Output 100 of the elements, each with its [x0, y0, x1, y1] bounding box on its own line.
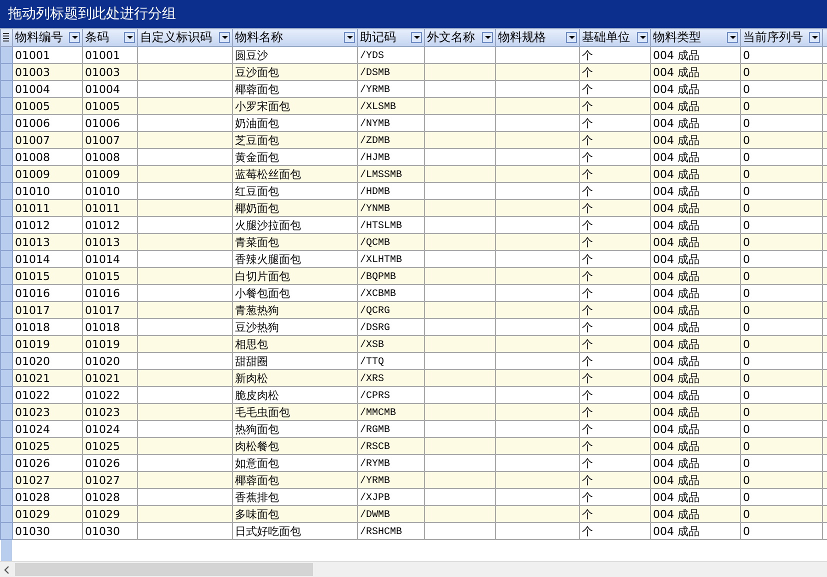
table-cell: 0: [743, 66, 750, 78]
table-cell: 01022: [15, 388, 50, 402]
filter-dropdown-button[interactable]: [637, 32, 648, 43]
table-cell: 01003: [15, 66, 50, 78]
table-cell: 椰奶面包: [235, 202, 279, 214]
filter-dropdown-button[interactable]: [124, 32, 135, 43]
table-cell: /QCMB: [360, 238, 390, 249]
table-cell: 日式好吃面包: [235, 524, 301, 538]
table-cell: 01014: [85, 252, 120, 266]
table-cell: 个: [582, 286, 593, 300]
table-cell: 004 成品: [653, 456, 700, 470]
table-cell: 0: [743, 82, 750, 96]
table-cell: 个: [582, 474, 593, 486]
table-cell: 个: [582, 372, 593, 384]
table-cell: 01015: [15, 270, 50, 282]
table-cell: 004 成品: [653, 48, 700, 62]
table-cell: 个: [582, 490, 593, 504]
table-cell: 01029: [15, 508, 50, 520]
table-cell: 01027: [15, 474, 50, 486]
table-cell: 004 成品: [653, 100, 700, 112]
table-cell: 香蕉排包: [235, 490, 279, 504]
table-cell: 0: [743, 184, 750, 198]
table-cell: 0: [743, 320, 750, 334]
table-cell: 个: [582, 252, 593, 266]
table-cell: 个: [582, 236, 593, 248]
table-cell: 0: [743, 524, 750, 538]
table-cell: /XLSMB: [360, 102, 396, 113]
table-cell: 004 成品: [653, 338, 700, 350]
table-cell: 004 成品: [653, 354, 700, 368]
table-cell: 个: [582, 134, 593, 146]
table-cell: 小罗宋面包: [235, 100, 290, 112]
table-cell: /HTSLMB: [360, 221, 402, 232]
table-cell: 01011: [85, 202, 120, 214]
table-cell: 01010: [85, 184, 120, 198]
table-cell: 个: [582, 304, 593, 316]
table-cell: 01001: [85, 48, 120, 62]
table-cell: /QCRG: [360, 306, 390, 317]
table-cell: /HJMB: [360, 153, 390, 164]
table-cell: 0: [743, 252, 750, 266]
column-chooser-icon[interactable]: [3, 33, 9, 42]
filter-dropdown-button[interactable]: [344, 32, 355, 43]
table-cell: 毛毛虫面包: [235, 406, 290, 418]
table-cell: 椰蓉面包: [235, 82, 279, 96]
filter-dropdown-button[interactable]: [482, 32, 493, 43]
table-cell: 0: [743, 202, 750, 214]
table-cell: 0: [743, 116, 750, 130]
table-cell: /TTQ: [360, 357, 384, 368]
table-cell: 0: [743, 338, 750, 350]
table-cell: 0: [743, 236, 750, 248]
table-cell: 个: [582, 508, 593, 520]
table-cell: 01016: [15, 286, 50, 300]
table-cell: 004 成品: [653, 184, 700, 198]
scroll-left-icon[interactable]: [4, 566, 9, 574]
table-cell: 01021: [85, 372, 120, 384]
filter-dropdown-button[interactable]: [69, 32, 80, 43]
table-cell: 0: [743, 134, 750, 146]
filter-dropdown-button[interactable]: [411, 32, 422, 43]
table-cell: 004 成品: [653, 286, 700, 300]
table-cell: 0: [743, 168, 750, 180]
table-cell: /RYMB: [360, 459, 390, 470]
table-cell: 个: [582, 150, 593, 164]
table-cell: 01004: [85, 82, 120, 96]
horizontal-scrollbar[interactable]: [0, 561, 827, 577]
table-cell: 01028: [85, 490, 120, 504]
table-cell: 01012: [85, 218, 120, 232]
table-cell: /YDS: [360, 51, 384, 62]
table-cell: 004 成品: [653, 134, 700, 146]
table-cell: 0: [743, 270, 750, 282]
table-cell: /YRMB: [360, 85, 390, 96]
table-cell: 芝豆面包: [235, 134, 279, 146]
table-cell: 火腿沙拉面包: [235, 218, 301, 232]
table-cell: 004 成品: [653, 66, 700, 78]
table-cell: 01003: [85, 66, 120, 78]
table-cell: 01014: [15, 252, 50, 266]
table-cell: 豆沙面包: [235, 66, 279, 78]
table-cell: 01026: [15, 456, 50, 470]
table-cell: 004 成品: [653, 508, 700, 520]
table-cell: /ZDMB: [360, 136, 390, 147]
table-cell: 0: [743, 456, 750, 470]
filter-dropdown-button[interactable]: [727, 32, 738, 43]
table-cell: 004 成品: [653, 406, 700, 418]
filter-dropdown-button[interactable]: [809, 32, 820, 43]
table-cell: 01017: [15, 304, 50, 316]
table-cell: /XRS: [360, 374, 384, 385]
table-cell: 圆豆沙: [235, 48, 268, 62]
table-cell: 01026: [85, 456, 120, 470]
filter-dropdown-button[interactable]: [219, 32, 230, 43]
table-cell: /LMSSMB: [360, 170, 402, 181]
table-cell: 个: [582, 440, 593, 452]
table-cell: 01006: [15, 116, 50, 130]
table-cell: /YNMB: [360, 204, 390, 215]
filter-dropdown-button[interactable]: [566, 32, 577, 43]
table-cell: 红豆面包: [235, 184, 279, 198]
table-cell: /RGMB: [360, 425, 390, 436]
table-cell: 01024: [15, 422, 50, 436]
table-cell: 多味面包: [235, 508, 279, 520]
table-cell: 个: [582, 524, 593, 538]
scrollbar-thumb[interactable]: [15, 563, 313, 576]
table-cell: 01017: [85, 304, 120, 316]
table-cell: 0: [743, 48, 750, 62]
